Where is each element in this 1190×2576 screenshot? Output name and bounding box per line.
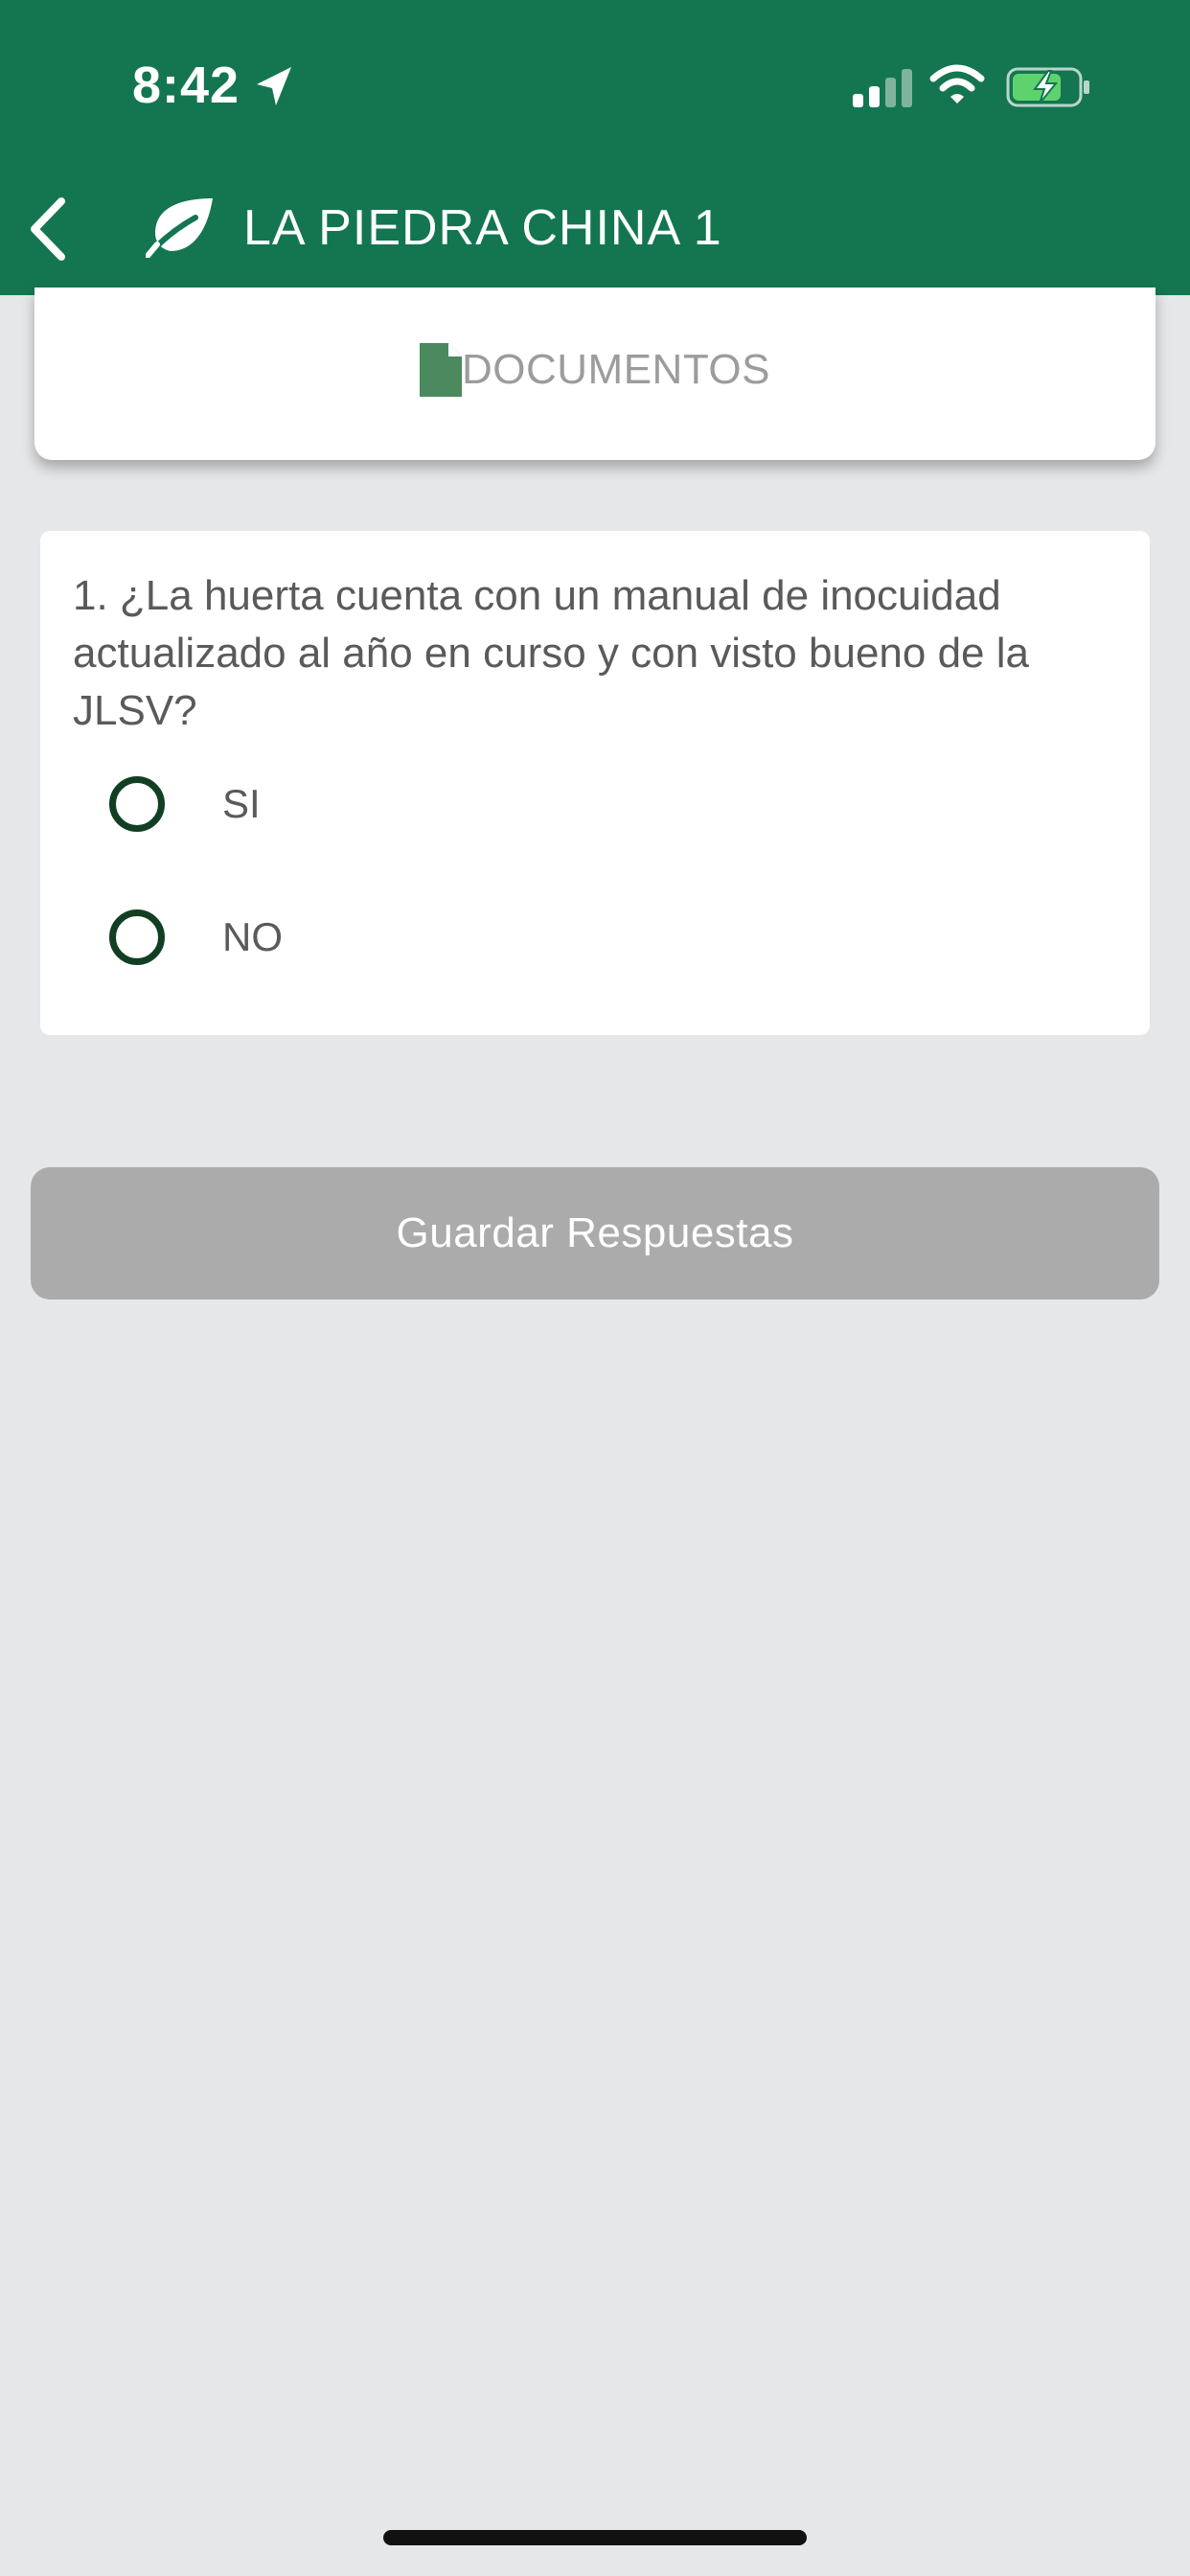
option-label-no: NO (222, 914, 283, 959)
radio-no[interactable] (109, 909, 165, 965)
documents-link[interactable]: DOCUMENTOS (34, 343, 1156, 397)
leaf-icon (146, 198, 213, 258)
question-card: 1. ¿La huerta cuenta con un manual de in… (40, 531, 1150, 1035)
option-no[interactable]: NO (109, 909, 283, 965)
document-icon (420, 343, 462, 397)
status-time: 8:42 (132, 57, 240, 114)
documents-label: DOCUMENTOS (462, 346, 770, 393)
cellular-signal-icon (853, 69, 912, 107)
option-si[interactable]: SI (109, 776, 261, 832)
option-label-si: SI (222, 781, 261, 826)
page-title: LA PIEDRA CHINA 1 (243, 200, 722, 256)
question-text: 1. ¿La huerta cuenta con un manual de in… (73, 572, 1029, 734)
back-button[interactable] (19, 192, 80, 266)
documents-card[interactable]: DOCUMENTOS (34, 288, 1156, 460)
battery-charging-icon (1006, 67, 1089, 107)
radio-si[interactable] (109, 776, 165, 832)
save-answers-button[interactable]: Guardar Respuestas (31, 1167, 1159, 1300)
wifi-icon (929, 64, 985, 104)
app-header: 8:42 LA PIEDRA CHINA 1 (0, 0, 1190, 295)
location-arrow-icon (257, 67, 291, 105)
home-indicator (383, 2530, 807, 2545)
